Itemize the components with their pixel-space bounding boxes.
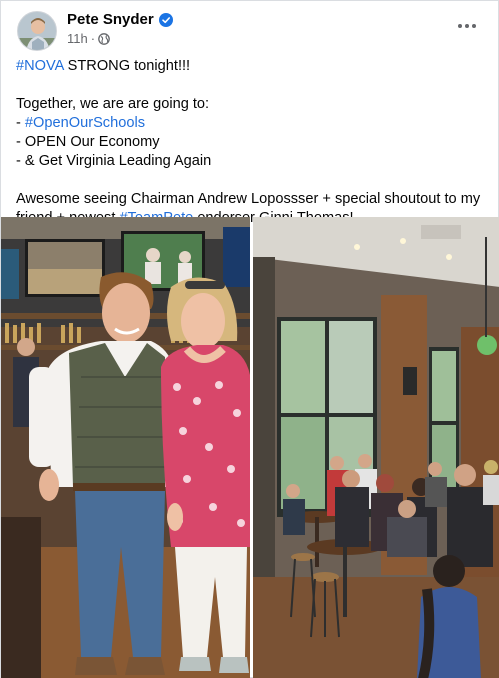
- post-time[interactable]: 11h: [67, 31, 88, 46]
- more-dot: [458, 24, 462, 28]
- more-options-icon[interactable]: [455, 19, 479, 33]
- meta-separator: ·: [90, 31, 96, 46]
- post-line-5: - & Get Virginia Leading Again: [16, 153, 212, 169]
- photo-crowd-restaurant[interactable]: [253, 217, 499, 678]
- hashtag-nova[interactable]: #NOVA: [16, 58, 64, 74]
- more-dot: [472, 24, 476, 28]
- globe-icon: [98, 32, 110, 45]
- post-line-2: Together, we are are going to:: [16, 96, 210, 112]
- post-meta: 11h ·: [67, 31, 110, 46]
- photo-2-image: [253, 217, 499, 678]
- verified-badge-icon: [158, 12, 173, 27]
- post-photos: [1, 217, 499, 678]
- photo-1-image: [1, 217, 250, 678]
- post-line-1: #NOVA STRONG tonight!!!: [16, 57, 488, 76]
- more-dot: [465, 24, 469, 28]
- photo-two-people-restaurant[interactable]: [1, 217, 250, 678]
- author-row: Pete Snyder: [67, 11, 173, 28]
- hashtag-openourschools[interactable]: #OpenOurSchools: [25, 115, 145, 131]
- author-name[interactable]: Pete Snyder: [67, 11, 154, 28]
- author-avatar[interactable]: [17, 11, 57, 51]
- avatar-image: [18, 12, 56, 50]
- post-line-3: - #OpenOurSchools: [16, 114, 488, 133]
- post-line-3-prefix: -: [16, 115, 25, 131]
- facebook-post: Pete Snyder 11h · #NOVA STRONG tonight!!…: [0, 0, 499, 678]
- post-text: #NOVA STRONG tonight!!! Together, we are…: [16, 57, 488, 228]
- post-line-4: - OPEN Our Economy: [16, 134, 160, 150]
- post-header: Pete Snyder 11h ·: [15, 7, 485, 51]
- post-line-1-rest: STRONG tonight!!!: [63, 58, 191, 74]
